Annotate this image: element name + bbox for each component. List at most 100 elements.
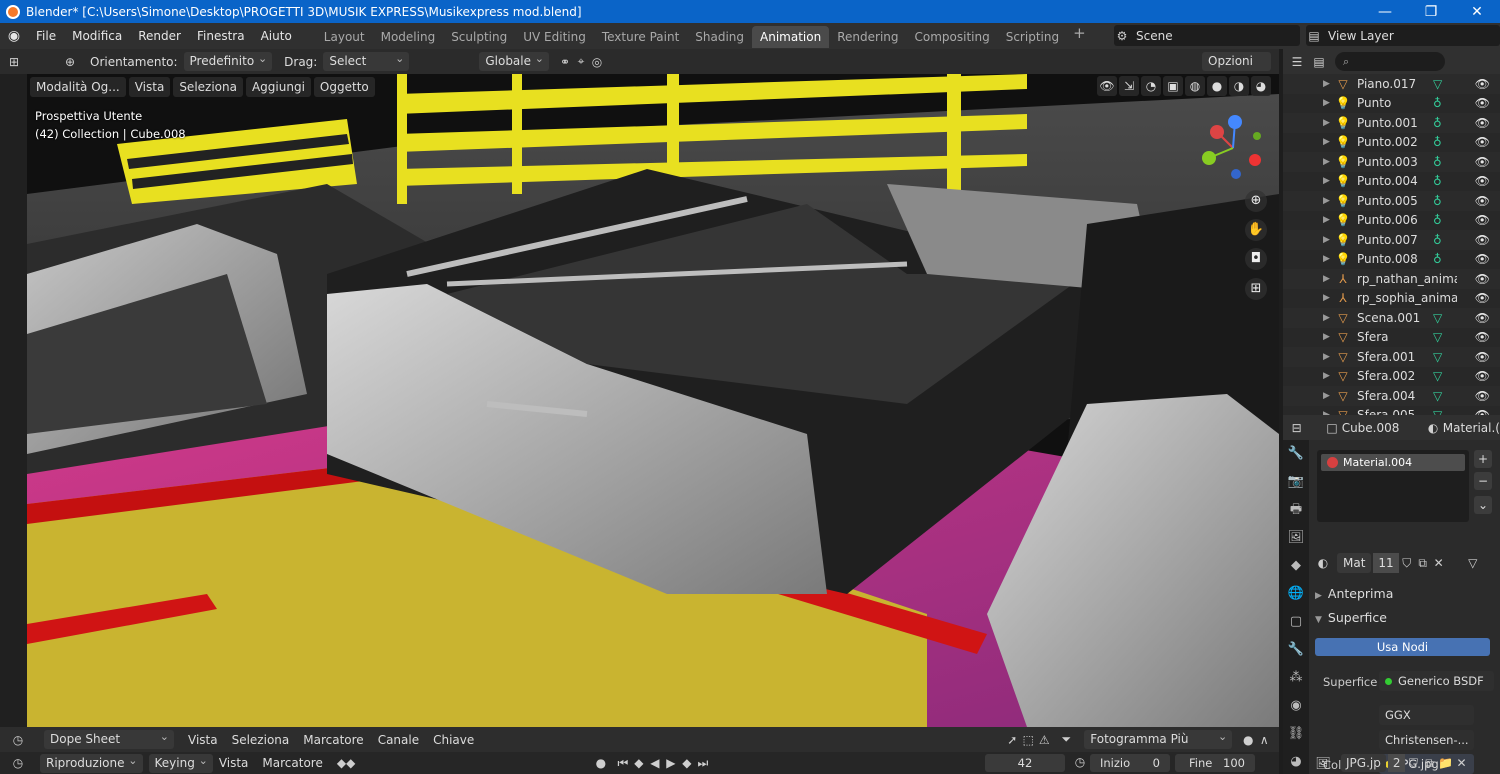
snap-mode-dropdown[interactable]: Fotogramma Più Vicino [1084, 727, 1233, 765]
expand-arrow-icon[interactable]: ▶ [1323, 157, 1335, 167]
material-users-count[interactable]: 11 [1373, 553, 1399, 573]
outliner-row[interactable]: ▶ 💡 Punto.008 ♁ 👁 [1283, 250, 1500, 270]
outliner-item-name[interactable]: Punto.007 [1357, 233, 1457, 247]
use-nodes-button[interactable]: Usa Nodi [1315, 638, 1490, 656]
scene-selector[interactable]: ⚙ Scene [1114, 25, 1300, 46]
menu-window[interactable]: Finestra [189, 23, 253, 49]
visibility-eye-icon[interactable]: 👁 [1475, 77, 1490, 91]
menu-file[interactable]: File [28, 23, 64, 49]
visibility-eye-icon[interactable]: 👁 [1475, 369, 1490, 383]
overlay-icon[interactable]: ◔ [1141, 76, 1161, 96]
mesh-data-icon[interactable]: ▽ [1433, 330, 1442, 344]
transform-orientation-dropdown[interactable]: Globale [479, 49, 550, 71]
slot-specials-button[interactable]: ⌄ [1474, 496, 1492, 514]
add-workspace-icon[interactable]: + [1067, 24, 1092, 48]
image-name-field[interactable]: JPG.jp [1341, 754, 1386, 772]
expand-arrow-icon[interactable]: ▶ [1323, 79, 1335, 89]
image-duplicate-icon[interactable]: ⧉ [1421, 756, 1437, 771]
light-data-icon[interactable]: ♁ [1433, 252, 1442, 266]
next-keyframe-icon[interactable]: ◆ [679, 756, 695, 770]
visibility-eye-icon[interactable]: 👁 [1475, 155, 1490, 169]
expand-arrow-icon[interactable]: ▶ [1323, 118, 1335, 128]
zoom-icon[interactable]: ⊕ [1245, 190, 1267, 212]
duplicate-material-icon[interactable]: ⧉ [1415, 556, 1431, 571]
playback-menu[interactable]: Riproduzione [40, 751, 143, 773]
blender-menu-icon[interactable]: ◉ [0, 28, 28, 44]
editor-type-icon[interactable]: ⊞ [6, 55, 22, 69]
end-frame-field[interactable]: Fine 100 [1175, 754, 1255, 772]
visibility-eye-icon[interactable]: 👁 [1475, 311, 1490, 325]
visibility-eye-icon[interactable]: 👁 [1475, 350, 1490, 364]
mesh-data-icon[interactable]: ▽ [1433, 311, 1442, 325]
view-menu[interactable]: Vista [128, 76, 171, 97]
tab-scripting[interactable]: Scripting [998, 26, 1067, 48]
dope-channel-menu[interactable]: Canale [378, 733, 419, 747]
visibility-eye-icon[interactable]: 👁 [1475, 272, 1490, 286]
material-tab-icon[interactable]: ◕ [1283, 748, 1309, 774]
outliner-item-name[interactable]: Punto.002 [1357, 135, 1457, 149]
outliner-row[interactable]: ▶ ▽ Scena.001 ▽ 👁 [1283, 308, 1500, 328]
visibility-eye-icon[interactable]: 👁 [1475, 213, 1490, 227]
tab-rendering[interactable]: Rendering [829, 26, 906, 48]
light-data-icon[interactable]: ♁ [1433, 213, 1442, 227]
camera-view-icon[interactable]: ◘ [1245, 248, 1267, 270]
tab-sculpting[interactable]: Sculpting [443, 26, 515, 48]
snap-icon[interactable]: ⌖ [573, 54, 589, 69]
rendered-shading-icon[interactable]: ◕ [1251, 76, 1271, 96]
expand-arrow-icon[interactable]: ▶ [1323, 215, 1335, 225]
outliner-row[interactable]: ▶ ⅄ rp_nathan_animated_(👁 [1283, 269, 1500, 289]
outliner-search-input[interactable]: ⌕ [1335, 52, 1445, 71]
expand-arrow-icon[interactable]: ▶ [1323, 176, 1335, 186]
solid-shading-icon[interactable]: ● [1207, 76, 1227, 96]
particles-tab-icon[interactable]: ⁂ [1283, 664, 1309, 692]
add-slot-button[interactable]: + [1474, 450, 1492, 468]
timeline-view-menu[interactable]: Vista [219, 756, 249, 770]
output-tab-icon[interactable]: 🖶 [1283, 496, 1309, 524]
dope-sheet-editor-icon[interactable]: ◷ [10, 733, 26, 747]
expand-arrow-icon[interactable]: ▶ [1323, 196, 1335, 206]
filter-icon[interactable]: ⏷ [1058, 732, 1074, 747]
outliner-row[interactable]: ▶ 💡 Punto.007 ♁ 👁 [1283, 230, 1500, 250]
panel-preview[interactable]: ▶ Anteprima [1315, 586, 1393, 601]
view-layer-tab-icon[interactable]: 🖼 [1283, 524, 1309, 552]
visibility-eye-icon[interactable]: 👁 [1475, 96, 1490, 110]
expand-arrow-icon[interactable]: ▶ [1323, 98, 1335, 108]
tab-animation[interactable]: Animation [752, 26, 830, 48]
dope-sheet-mode-dropdown[interactable]: Dope Sheet [44, 727, 174, 749]
tab-layout[interactable]: Layout [316, 26, 373, 48]
visibility-eye-icon[interactable]: 👁 [1475, 194, 1490, 208]
expand-arrow-icon[interactable]: ▶ [1323, 274, 1335, 284]
select-tool-icon[interactable]: ➚ [1004, 733, 1020, 747]
distribution-dropdown[interactable]: GGX [1379, 705, 1474, 725]
outliner-row[interactable]: ▶ ▽ Sfera.002 ▽ 👁 [1283, 367, 1500, 387]
outliner-row[interactable]: ▶ 💡 Punto.003 ♁ 👁 [1283, 152, 1500, 172]
transform-pivot-icon[interactable]: ⊕ [62, 55, 78, 69]
jump-start-icon[interactable]: ⏮ [615, 756, 631, 771]
perspective-toggle-icon[interactable]: ⊞ [1245, 278, 1267, 300]
fake-user-icon[interactable]: ⛉ [1399, 556, 1415, 571]
material-short-name[interactable]: Mat [1337, 553, 1372, 573]
navigation-gizmo[interactable] [1197, 112, 1269, 184]
mesh-data-icon[interactable]: ▽ [1433, 389, 1442, 403]
material-shading-icon[interactable]: ◑ [1229, 76, 1249, 96]
menu-edit[interactable]: Modifica [64, 23, 130, 49]
keyframe-icon[interactable]: ◆◆ [337, 756, 355, 770]
properties-editor-icon[interactable]: ⊟ [1291, 421, 1302, 435]
play-reverse-icon[interactable]: ◀ [647, 756, 663, 770]
expand-arrow-icon[interactable]: ▶ [1323, 137, 1335, 147]
dope-marker-menu[interactable]: Marcatore [303, 733, 363, 747]
light-data-icon[interactable]: ♁ [1433, 135, 1442, 149]
object-menu[interactable]: Oggetto [313, 76, 375, 97]
proportional-edit-dope-icon[interactable]: ● [1240, 733, 1256, 747]
visibility-eye-icon[interactable]: 👁 [1475, 174, 1490, 188]
add-menu[interactable]: Aggiungi [245, 76, 311, 97]
tab-compositing[interactable]: Compositing [907, 26, 998, 48]
xray-icon[interactable]: ▣ [1163, 76, 1183, 96]
keying-menu[interactable]: Keying [148, 751, 213, 773]
visibility-eye-icon[interactable]: 👁 [1475, 291, 1490, 305]
outliner-row[interactable]: ▶ 💡 Punto.006 ♁ 👁 [1283, 211, 1500, 231]
3d-viewport[interactable]: Modalità Og... Vista Seleziona Aggiungi … [0, 74, 1279, 727]
tool-tab-icon[interactable]: 🔧 [1283, 440, 1309, 468]
outliner-editor-icon[interactable]: ☰ [1289, 55, 1305, 69]
dope-view-menu[interactable]: Vista [188, 733, 218, 747]
